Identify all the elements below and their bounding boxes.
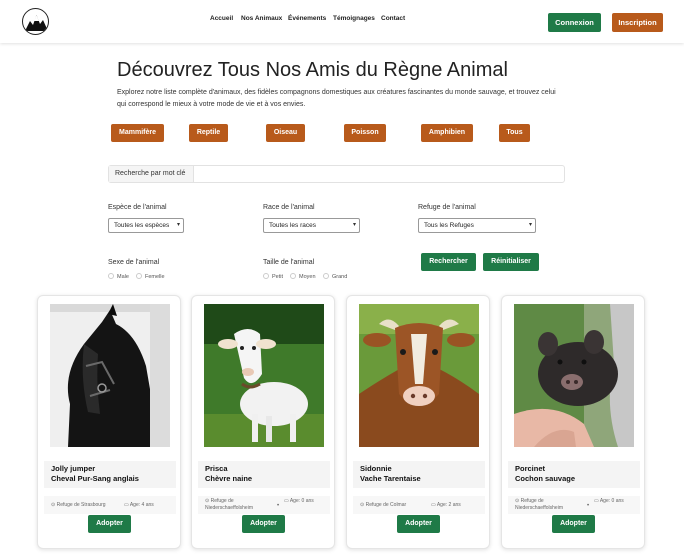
animal-card: Jolly jumper Cheval Pur-Sang anglais ⊙ R… <box>37 295 181 549</box>
animal-age: Age: 4 ans <box>129 502 154 508</box>
category-reptile[interactable]: Reptile <box>189 124 228 142</box>
site-header: Accueil Nos Animaux Événements Témoignag… <box>0 0 684 43</box>
nav-temoignages[interactable]: Témoignages <box>333 15 375 22</box>
age-info: ▭ Age: 0 ans <box>594 498 630 505</box>
animal-meta: ⊙ Refuge de Niederschaeffolsheim • ▭ Age… <box>508 496 640 514</box>
animal-card: Porcinet Cochon sauvage ⊙ Refuge de Nied… <box>501 295 645 549</box>
animal-refuge: Refuge de Colmar <box>365 502 407 508</box>
animal-refuge: Refuge de Niederschaeffolsheim <box>205 498 253 511</box>
category-mammifere[interactable]: Mammifère <box>111 124 164 142</box>
species-select[interactable]: Toutes les espèces ▾ <box>108 218 184 233</box>
login-button[interactable]: Connexion <box>548 13 601 32</box>
refuge-label: Refuge de l'animal <box>418 204 476 211</box>
animal-refuge: Refuge de Niederschaeffolsheim <box>515 498 563 511</box>
species-select-value: Toutes les espèces <box>114 222 170 229</box>
chevron-down-icon: ▾ <box>352 222 356 228</box>
animal-breed: Cheval Pur-Sang anglais <box>51 474 139 483</box>
adopt-button[interactable]: Adopter <box>88 515 131 533</box>
separator-dot: • <box>277 503 280 509</box>
breed-select-value: Toutes les races <box>269 222 316 229</box>
animal-card: Prisca Chèvre naine ⊙ Refuge de Niedersc… <box>191 295 335 549</box>
animal-meta: ⊙ Refuge de Colmar ▭ Age: 2 ans <box>353 496 485 514</box>
refuge-info: ⊙ Refuge de Strasbourg <box>51 502 121 509</box>
radio-male[interactable]: Male <box>108 273 129 280</box>
radio-circle-icon <box>290 273 296 279</box>
radio-circle-icon <box>136 273 142 279</box>
animal-meta: ⊙ Refuge de Niederschaeffolsheim • ▭ Age… <box>198 496 330 514</box>
animal-breed: Cochon sauvage <box>515 474 576 483</box>
animal-namebox: Porcinet Cochon sauvage <box>508 461 640 488</box>
animal-name: Sidonnie <box>360 464 392 473</box>
refuge-select[interactable]: Tous les Refuges ▾ <box>418 218 536 233</box>
animal-age: Age: 0 ans <box>289 498 314 504</box>
animal-namebox: Prisca Chèvre naine <box>198 461 330 488</box>
search-button[interactable]: Rechercher <box>421 253 476 271</box>
animal-name: Prisca <box>205 464 228 473</box>
category-poisson[interactable]: Poisson <box>344 124 386 142</box>
radio-petit[interactable]: Petit <box>263 273 283 280</box>
radio-circle-icon <box>323 273 329 279</box>
reset-button[interactable]: Réinitialiser <box>483 253 539 271</box>
radio-femelle-label: Femelle <box>145 274 165 280</box>
signup-button[interactable]: Inscription <box>612 13 663 32</box>
category-amphibien[interactable]: Amphibien <box>421 124 473 142</box>
animal-photo <box>50 304 170 447</box>
adopt-button[interactable]: Adopter <box>397 515 440 533</box>
refuge-info: ⊙ Refuge de Niederschaeffolsheim <box>515 498 583 512</box>
radio-grand-label: Grand <box>332 274 348 280</box>
animal-name: Porcinet <box>515 464 546 473</box>
animal-card: Sidonnie Vache Tarentaise ⊙ Refuge de Co… <box>346 295 490 549</box>
radio-circle-icon <box>263 273 269 279</box>
breed-label: Race de l'animal <box>263 204 315 211</box>
animal-photo <box>514 304 634 447</box>
chevron-down-icon: ▾ <box>528 222 532 228</box>
adopt-button[interactable]: Adopter <box>242 515 285 533</box>
radio-petit-label: Petit <box>272 274 284 280</box>
animal-age: Age: 0 ans <box>599 498 624 504</box>
radio-moyen[interactable]: Moyen <box>290 273 316 280</box>
nav-accueil[interactable]: Accueil <box>210 15 233 22</box>
search-label: Recherche par mot clé <box>109 166 194 182</box>
radio-male-label: Male <box>117 274 129 280</box>
age-info: ▭ Age: 4 ans <box>124 502 164 509</box>
site-logo[interactable] <box>22 8 49 35</box>
radio-moyen-label: Moyen <box>299 274 316 280</box>
nav-nos-animaux[interactable]: Nos Animaux <box>241 15 282 22</box>
species-label: Espèce de l'animal <box>108 204 167 211</box>
nav-evenements[interactable]: Événements <box>288 15 326 22</box>
radio-circle-icon <box>108 273 114 279</box>
animal-photo <box>359 304 479 447</box>
animal-meta: ⊙ Refuge de Strasbourg ▭ Age: 4 ans <box>44 496 176 514</box>
radio-grand[interactable]: Grand <box>323 273 347 280</box>
page-title: Découvrez Tous Nos Amis du Règne Animal <box>117 59 508 81</box>
keyword-search-input[interactable]: Recherche par mot clé <box>108 165 565 183</box>
category-oiseau[interactable]: Oiseau <box>266 124 305 142</box>
breed-select[interactable]: Toutes les races ▾ <box>263 218 360 233</box>
animal-name: Jolly jumper <box>51 464 96 473</box>
chevron-down-icon: ▾ <box>176 222 180 228</box>
age-info: ▭ Age: 2 ans <box>431 502 471 509</box>
nav-contact[interactable]: Contact <box>381 15 405 22</box>
animal-refuge: Refuge de Strasbourg <box>56 502 106 508</box>
adopt-button[interactable]: Adopter <box>552 515 595 533</box>
radio-femelle[interactable]: Femelle <box>136 273 165 280</box>
animal-breed: Vache Tarentaise <box>360 474 421 483</box>
age-info: ▭ Age: 0 ans <box>284 498 320 505</box>
category-tous[interactable]: Tous <box>499 124 530 142</box>
animal-breed: Chèvre naine <box>205 474 253 483</box>
animal-namebox: Jolly jumper Cheval Pur-Sang anglais <box>44 461 176 488</box>
animal-photo <box>204 304 324 447</box>
animal-namebox: Sidonnie Vache Tarentaise <box>353 461 485 488</box>
refuge-info: ⊙ Refuge de Niederschaeffolsheim <box>205 498 273 512</box>
separator-dot: • <box>587 503 590 509</box>
page-intro: Explorez notre liste complète d'animaux,… <box>117 89 556 108</box>
animal-age: Age: 2 ans <box>436 502 461 508</box>
refuge-select-value: Tous les Refuges <box>424 222 474 229</box>
size-label: Taille de l'animal <box>263 259 315 266</box>
refuge-info: ⊙ Refuge de Colmar <box>360 502 430 509</box>
sex-label: Sexe de l'animal <box>108 259 160 266</box>
